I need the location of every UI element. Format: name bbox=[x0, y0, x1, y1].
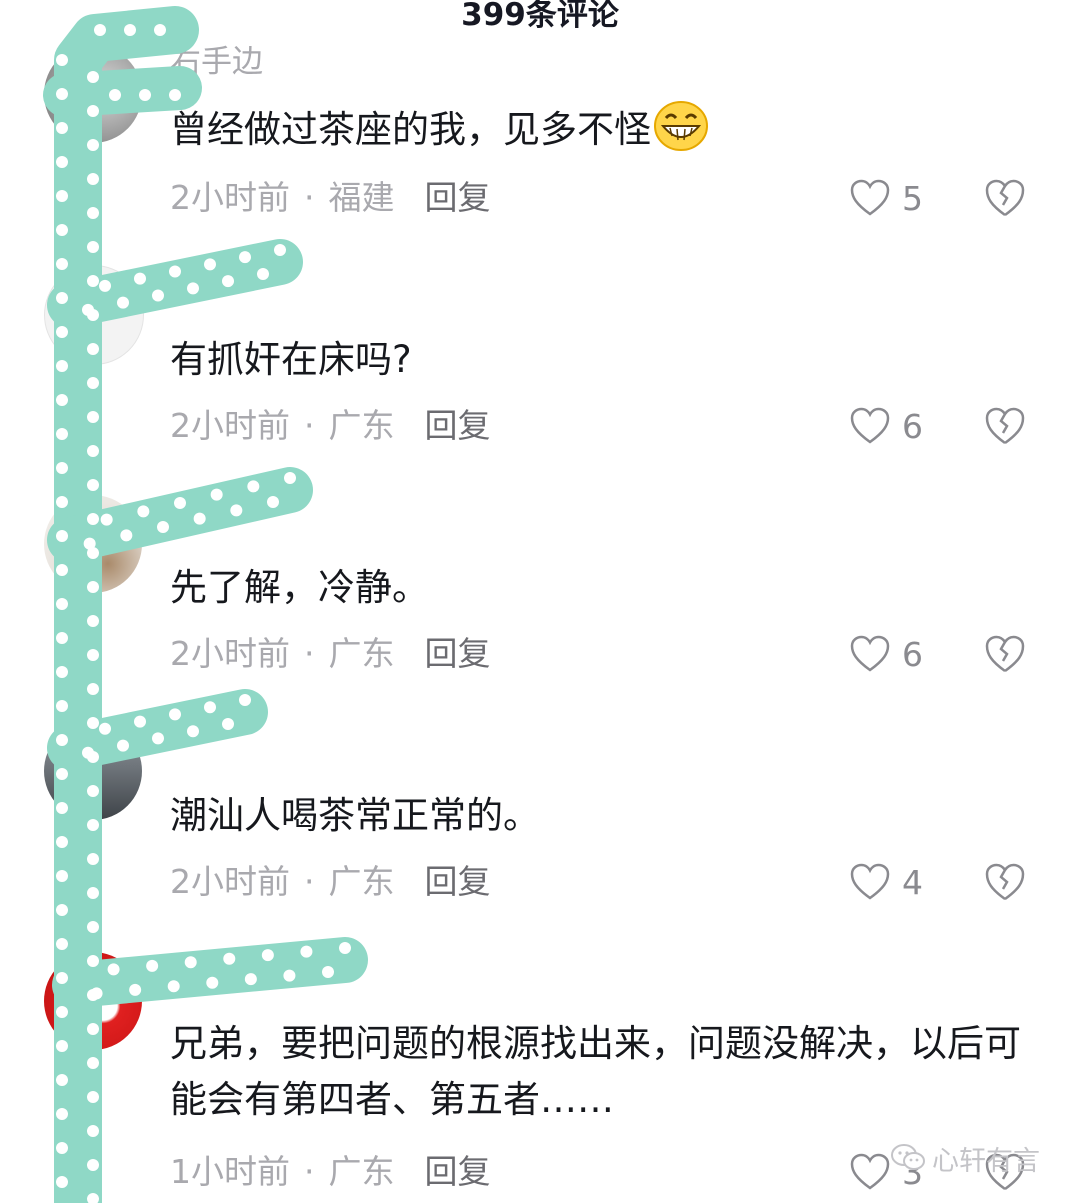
like-count: 4 bbox=[902, 862, 923, 902]
comment-location: 福建 bbox=[328, 178, 395, 217]
comment-text[interactable]: 先了解，冷静。 bbox=[170, 560, 1030, 616]
watermark: 心轩有言 bbox=[890, 1136, 1040, 1180]
heart-icon bbox=[850, 863, 890, 900]
comment-text-content: 曾经做过茶座的我，见多不怪 bbox=[170, 108, 651, 151]
reply-button[interactable]: 回复 bbox=[425, 862, 491, 901]
comment-username[interactable]: 右手边 bbox=[170, 44, 263, 80]
meta-separator: · bbox=[304, 1152, 315, 1191]
like-button[interactable]: 6 bbox=[850, 634, 923, 674]
like-count: 6 bbox=[902, 634, 923, 674]
comment-text[interactable]: 曾经做过茶座的我，见多不怪 bbox=[170, 100, 1030, 158]
wechat-icon bbox=[891, 1144, 925, 1170]
comment-location: 广东 bbox=[328, 634, 395, 673]
meta-separator: · bbox=[304, 406, 315, 445]
comment-text[interactable]: 有抓奸在床吗? bbox=[170, 332, 1030, 388]
comment-location: 广东 bbox=[328, 406, 395, 445]
comment-time: 1小时前 bbox=[170, 1152, 290, 1191]
watermark-text: 心轩有言 bbox=[932, 1145, 1040, 1177]
meta-separator: · bbox=[304, 178, 315, 217]
comment-text-content: 先了解，冷静。 bbox=[170, 566, 429, 609]
comment-text-content: 潮汕人喝茶常正常的。 bbox=[170, 794, 540, 837]
reply-button[interactable]: 回复 bbox=[425, 178, 491, 217]
reply-button[interactable]: 回复 bbox=[425, 406, 491, 445]
comment-meta: 2小时前 · 广东 回复 bbox=[170, 862, 491, 902]
like-button[interactable]: 5 bbox=[850, 178, 923, 218]
like-count: 6 bbox=[902, 406, 923, 446]
meta-separator: · bbox=[304, 634, 315, 673]
reply-button[interactable]: 回复 bbox=[425, 1152, 491, 1191]
comment-time: 2小时前 bbox=[170, 178, 290, 217]
avatar[interactable] bbox=[44, 722, 142, 820]
comment-location: 广东 bbox=[328, 1152, 395, 1191]
comment-meta: 2小时前 · 福建 回复 bbox=[170, 178, 491, 218]
broken-heart-icon[interactable] bbox=[984, 862, 1026, 902]
comment-time: 2小时前 bbox=[170, 634, 290, 673]
avatar[interactable] bbox=[44, 495, 142, 593]
meta-separator: · bbox=[304, 862, 315, 901]
comment-time: 2小时前 bbox=[170, 862, 290, 901]
avatar[interactable] bbox=[44, 265, 144, 365]
heart-icon bbox=[850, 635, 890, 672]
reply-button[interactable]: 回复 bbox=[425, 634, 491, 673]
comment-text[interactable]: 兄弟，要把问题的根源找出来，问题没解决，以后可能会有第四者、第五者…… bbox=[170, 1016, 1030, 1128]
like-button[interactable]: 4 bbox=[850, 862, 923, 902]
comment-text-content: 兄弟，要把问题的根源找出来，问题没解决，以后可能会有第四者、第五者…… bbox=[170, 1022, 1021, 1121]
comment-time: 2小时前 bbox=[170, 406, 290, 445]
comment-meta: 1小时前 · 广东 回复 bbox=[170, 1152, 491, 1192]
heart-icon bbox=[850, 407, 890, 444]
broken-heart-icon[interactable] bbox=[984, 406, 1026, 446]
broken-heart-icon[interactable] bbox=[984, 178, 1026, 218]
like-button[interactable]: 6 bbox=[850, 406, 923, 446]
avatar[interactable] bbox=[44, 952, 142, 1050]
comments-count-title: 399条评论 bbox=[461, 0, 619, 33]
like-count: 5 bbox=[902, 178, 923, 218]
heart-icon bbox=[850, 1153, 890, 1190]
comment-text[interactable]: 潮汕人喝茶常正常的。 bbox=[170, 788, 1030, 844]
broken-heart-icon[interactable] bbox=[984, 634, 1026, 674]
comment-location: 广东 bbox=[328, 862, 395, 901]
grinning-face-icon bbox=[654, 101, 708, 151]
heart-icon bbox=[850, 179, 890, 216]
comment-meta: 2小时前 · 广东 回复 bbox=[170, 406, 491, 446]
comment-text-content: 有抓奸在床吗? bbox=[170, 338, 412, 381]
avatar[interactable] bbox=[44, 45, 142, 143]
comment-meta: 2小时前 · 广东 回复 bbox=[170, 634, 491, 674]
